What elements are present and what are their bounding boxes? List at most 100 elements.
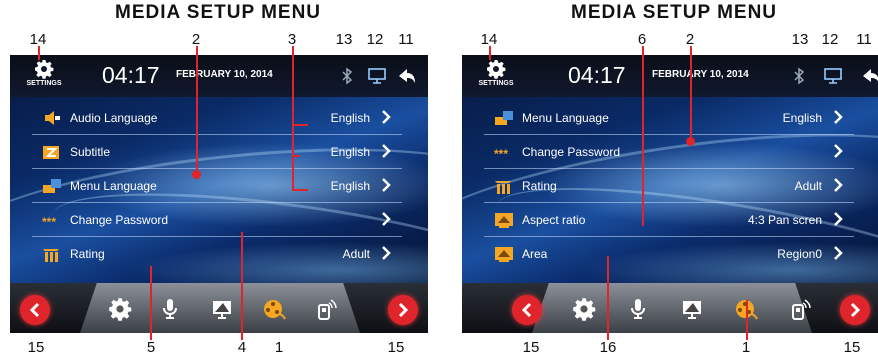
settings-row-menu-language[interactable]: Menu Language English xyxy=(484,101,854,135)
display-icon[interactable] xyxy=(366,65,388,87)
microphone-icon xyxy=(631,299,645,319)
clock: 04:17 xyxy=(102,62,160,88)
settings-row-audio-language[interactable]: Audio Language English xyxy=(32,101,402,135)
media-setup-screen: SETTINGS 04:17 FEBRUARY 10, 2014 Audio L… xyxy=(10,55,428,333)
row-label: Area xyxy=(522,247,548,261)
tab-general-settings[interactable] xyxy=(572,297,596,321)
back-icon[interactable] xyxy=(860,65,878,87)
tab-general-settings[interactable] xyxy=(108,297,132,321)
back-icon[interactable] xyxy=(396,65,418,87)
settings-row-change-password[interactable]: *** Change Password xyxy=(484,135,854,169)
settings-row-rating[interactable]: Rating Adult xyxy=(32,237,402,271)
row-value: English xyxy=(330,145,370,159)
row-label: Subtitle xyxy=(70,145,111,159)
settings-label: SETTINGS xyxy=(478,80,514,87)
tab-display[interactable] xyxy=(680,297,704,321)
callout-label: 14 xyxy=(29,31,47,48)
callout-label: 2 xyxy=(191,31,201,48)
callout-label: 15 xyxy=(522,339,540,355)
chevron-right-icon xyxy=(834,110,843,124)
tab-bluetooth-phone[interactable] xyxy=(788,297,812,321)
settings-row-menu-language[interactable]: Menu Language English xyxy=(32,169,402,203)
status-bar: SETTINGS 04:17 FEBRUARY 10, 2014 xyxy=(462,55,878,97)
diagram-title: MEDIA SETUP MENU xyxy=(115,2,322,23)
tab-display[interactable] xyxy=(210,297,234,321)
callout-label: 1 xyxy=(274,339,284,355)
callout-label: 6 xyxy=(637,31,647,48)
chevron-right-icon xyxy=(382,246,391,260)
row-value: Adult xyxy=(342,247,370,261)
row-label: Rating xyxy=(522,179,557,193)
prev-page-button[interactable] xyxy=(20,295,50,325)
chevron-left-icon xyxy=(29,302,40,318)
chevron-right-icon xyxy=(382,212,391,226)
prev-page-button[interactable] xyxy=(512,295,542,325)
callout-label: 11 xyxy=(856,31,872,48)
callout-label: 15 xyxy=(843,339,861,355)
phone-signal-icon xyxy=(792,299,811,320)
tab-audio[interactable] xyxy=(626,297,650,321)
settings-button[interactable]: SETTINGS xyxy=(472,59,520,95)
next-page-button[interactable] xyxy=(840,295,870,325)
callout-label: 12 xyxy=(366,31,384,48)
aspect-ratio-icon xyxy=(495,213,513,228)
settings-row-aspect-ratio[interactable]: Aspect ratio 4:3 Pan scren xyxy=(484,203,854,237)
gear-icon xyxy=(573,298,596,321)
tab-media-setup[interactable] xyxy=(262,297,286,321)
chevron-right-icon xyxy=(834,212,843,226)
chevron-right-icon xyxy=(834,246,843,260)
callout-label: 15 xyxy=(27,339,45,355)
callout-label: 2 xyxy=(685,31,695,48)
row-value: Region0 xyxy=(777,247,822,261)
callout-label: 16 xyxy=(599,339,617,355)
settings-row-subtitle[interactable]: Subtitle English xyxy=(32,135,402,169)
callout-label: 15 xyxy=(387,339,405,355)
menu-language-icon xyxy=(43,179,61,193)
gear-icon xyxy=(487,60,506,79)
gear-icon xyxy=(35,60,54,79)
gear-icon xyxy=(109,298,132,321)
chevron-right-icon xyxy=(382,178,391,192)
chevron-right-icon xyxy=(850,302,861,318)
media-setup-screen: SETTINGS 04:17 FEBRUARY 10, 2014 Menu La… xyxy=(462,55,878,333)
svg-text:***: *** xyxy=(494,147,508,161)
settings-button[interactable]: SETTINGS xyxy=(20,59,68,95)
display-icon xyxy=(683,301,701,319)
callout-label: 3 xyxy=(287,31,297,48)
svg-text:***: *** xyxy=(42,215,56,229)
status-bar: SETTINGS 04:17 FEBRUARY 10, 2014 xyxy=(10,55,428,97)
audio-language-icon xyxy=(45,111,60,125)
callout-label: 1 xyxy=(741,339,751,355)
row-label: Aspect ratio xyxy=(522,213,586,227)
row-value: English xyxy=(330,111,370,125)
bluetooth-icon[interactable] xyxy=(336,65,358,87)
next-page-button[interactable] xyxy=(388,295,418,325)
row-label: Change Password xyxy=(522,145,621,159)
settings-row-rating[interactable]: Rating Adult xyxy=(484,169,854,203)
settings-row-area[interactable]: Area Region0 xyxy=(484,237,854,271)
date: FEBRUARY 10, 2014 xyxy=(652,69,749,80)
callout-label: 13 xyxy=(791,31,809,48)
settings-row-change-password[interactable]: *** Change Password xyxy=(32,203,402,237)
chevron-right-icon xyxy=(382,110,391,124)
callout-label: 12 xyxy=(821,31,839,48)
chevron-right-icon xyxy=(398,302,409,318)
row-value: Adult xyxy=(794,179,822,193)
tab-bluetooth-phone[interactable] xyxy=(314,297,338,321)
bottom-bar xyxy=(462,283,878,333)
row-value: 4:3 Pan scren xyxy=(747,213,822,227)
chevron-right-icon xyxy=(834,178,843,192)
display-icon[interactable] xyxy=(822,65,844,87)
row-value: English xyxy=(330,179,370,193)
change-password-icon: *** xyxy=(42,215,56,229)
bluetooth-icon[interactable] xyxy=(788,65,810,87)
display-icon xyxy=(213,301,231,319)
rating-icon xyxy=(43,249,59,262)
callout-label: 11 xyxy=(398,31,414,48)
phone-signal-icon xyxy=(318,299,337,320)
callout-label: 13 xyxy=(335,31,353,48)
settings-label: SETTINGS xyxy=(26,80,62,87)
tab-audio[interactable] xyxy=(158,297,182,321)
row-label: Change Password xyxy=(70,213,169,227)
menu-language-icon xyxy=(495,111,513,125)
